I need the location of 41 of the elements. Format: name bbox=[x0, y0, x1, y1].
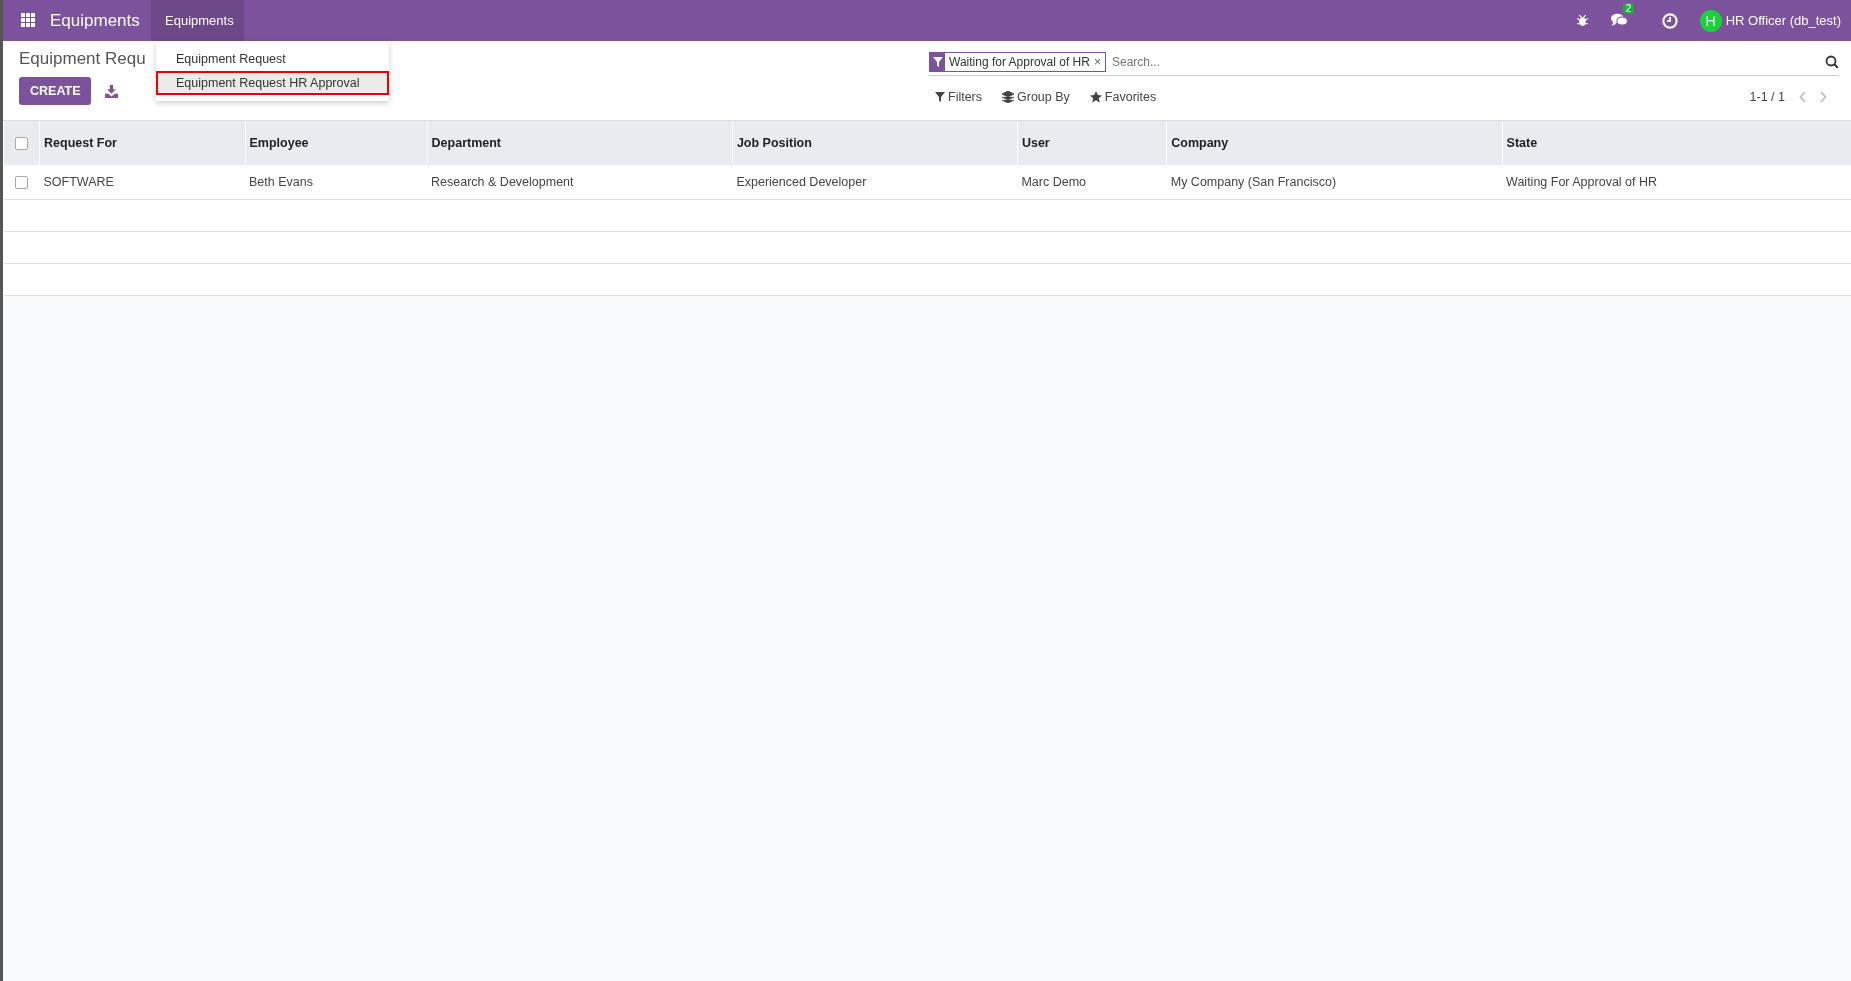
apps-menu-icon[interactable] bbox=[21, 13, 36, 28]
table-cell: Marc Demo bbox=[1017, 165, 1167, 199]
user-name[interactable]: HR Officer (db_test) bbox=[1725, 13, 1841, 28]
search-option-button[interactable]: Favorites bbox=[1083, 86, 1163, 108]
message-count-badge: 2 bbox=[1622, 2, 1635, 14]
dropdown-item[interactable]: Equipment Request bbox=[156, 47, 389, 71]
table-cell: My Company (San Francisco) bbox=[1166, 165, 1503, 199]
clock-icon[interactable] bbox=[1661, 12, 1678, 29]
table-cell: Waiting For Approval of HR bbox=[1502, 165, 1851, 199]
bug-icon[interactable] bbox=[1575, 14, 1589, 27]
row-checkbox[interactable] bbox=[15, 175, 28, 189]
facet-label: Waiting for Approval of HR bbox=[948, 55, 1091, 69]
layers-icon bbox=[1002, 91, 1015, 103]
create-button[interactable]: CREATE bbox=[19, 77, 92, 105]
column-header[interactable]: Job Position bbox=[732, 121, 1018, 165]
filter-icon bbox=[935, 92, 945, 102]
table-cell: Beth Evans bbox=[245, 165, 428, 199]
dropdown-item[interactable]: Equipment Request HR Approval bbox=[156, 71, 389, 95]
app-name[interactable]: Equipments bbox=[50, 10, 140, 31]
nav-menu[interactable]: Equipments bbox=[151, 0, 244, 41]
star-icon bbox=[1089, 91, 1102, 103]
column-header[interactable]: User bbox=[1017, 121, 1167, 165]
search-option-button[interactable]: Filters bbox=[929, 86, 989, 108]
search-icon[interactable] bbox=[1825, 55, 1839, 69]
column-header[interactable]: Employee bbox=[245, 121, 428, 165]
search-field[interactable]: Search... bbox=[1109, 54, 1825, 70]
table-cell: Experienced Developer bbox=[732, 165, 1018, 199]
remove-facet-button[interactable]: × bbox=[1093, 55, 1105, 69]
page-title: Equipment Requ bbox=[19, 49, 146, 69]
column-header[interactable]: Department bbox=[427, 121, 733, 165]
column-header[interactable]: State bbox=[1502, 121, 1851, 165]
filter-icon bbox=[932, 57, 943, 67]
column-header[interactable]: Company bbox=[1166, 121, 1503, 165]
column-header[interactable]: Request For bbox=[39, 121, 245, 165]
table-cell: SOFTWARE bbox=[39, 165, 245, 199]
chat-icon[interactable] bbox=[1610, 11, 1628, 27]
search-option-button[interactable]: Group By bbox=[996, 86, 1076, 108]
table-cell: Research & Development bbox=[427, 165, 733, 199]
pager-value: 1-1 / 1 bbox=[1749, 90, 1785, 104]
select-all-checkbox[interactable] bbox=[15, 137, 28, 151]
download-icon[interactable] bbox=[105, 84, 119, 98]
